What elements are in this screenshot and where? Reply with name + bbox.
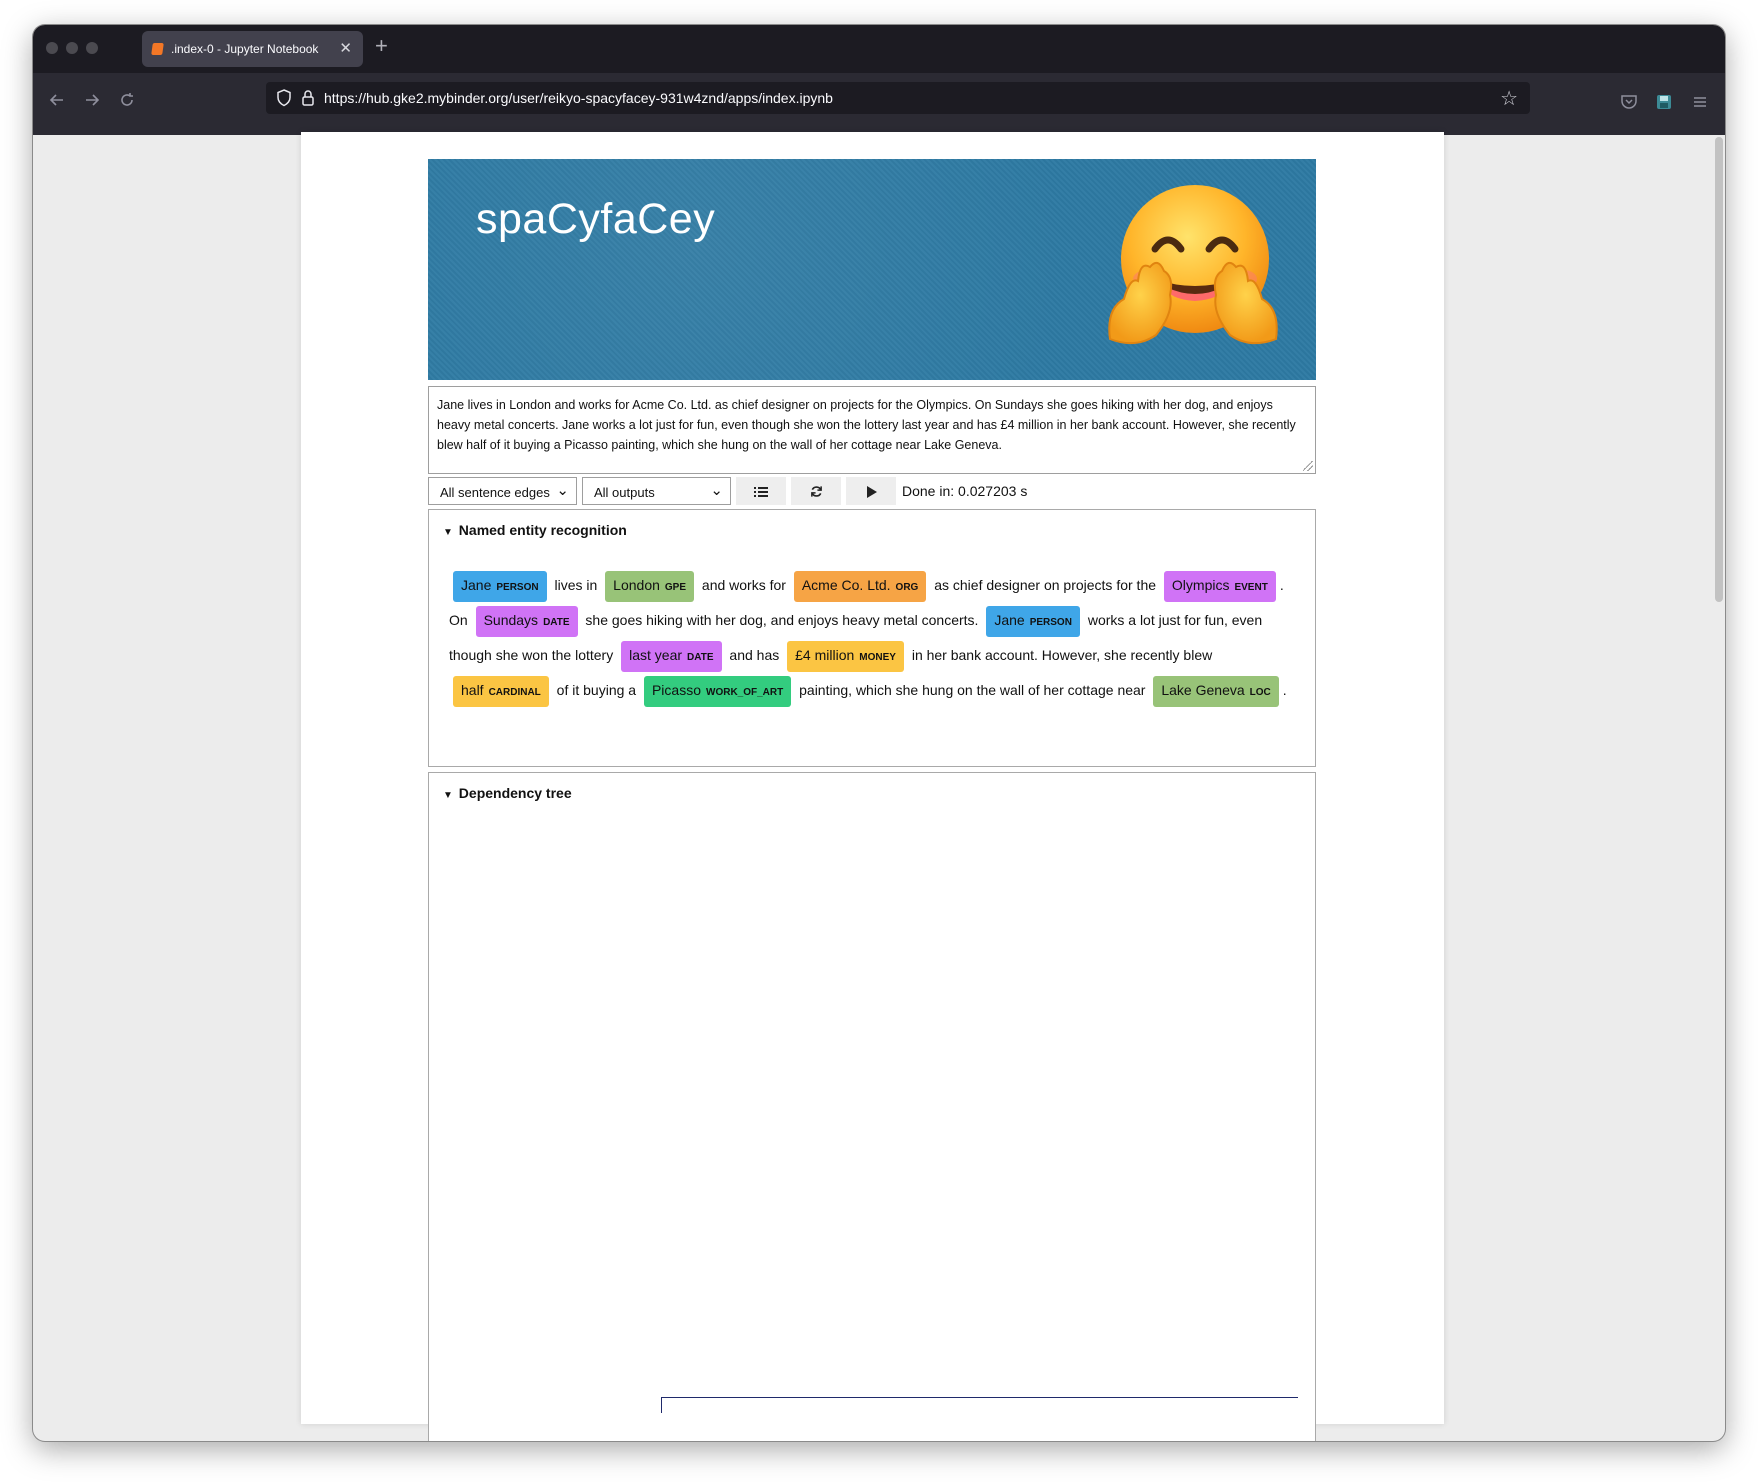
ner-panel: ▼ Named entity recognition Jane PERSON li… — [428, 509, 1316, 767]
entity-text: Acme Co. Ltd. — [801, 577, 891, 593]
chevron-down-icon: ⌄ — [710, 482, 723, 499]
entity-text: Olympics — [1171, 577, 1230, 593]
entity-person: Jane PERSON — [986, 606, 1080, 637]
status-text: Done in: 0.027203 s — [902, 483, 1028, 499]
entity-label: ORG — [895, 582, 919, 593]
entity-label: PERSON — [496, 582, 539, 593]
dependency-header[interactable]: ▼ Dependency tree — [443, 785, 572, 801]
entity-label: CARDINAL — [488, 687, 541, 698]
new-tab-button[interactable]: + — [375, 35, 388, 57]
entity-text: half — [461, 682, 484, 698]
play-icon — [866, 485, 877, 498]
lock-icon[interactable] — [301, 89, 315, 112]
tab-close-icon[interactable]: ✕ — [339, 39, 352, 57]
input-text: Jane lives in London and works for Acme … — [437, 398, 1296, 452]
window-minimize-dot[interactable] — [66, 42, 78, 54]
entity-text: Lake Geneva — [1161, 682, 1245, 698]
address-bar[interactable]: https://hub.gke2.mybinder.org/user/reiky… — [266, 82, 1530, 114]
url-text: https://hub.gke2.mybinder.org/user/reiky… — [324, 90, 833, 106]
ner-plain-text: as chief designer on projects for the — [930, 577, 1160, 593]
ner-output: Jane PERSON lives in London GPE and works … — [449, 568, 1299, 708]
entity-date: Sundays DATE — [475, 606, 578, 637]
browser-tab[interactable]: .index-0 - Jupyter Notebook ✕ — [142, 31, 363, 67]
entity-label: EVENT — [1234, 582, 1268, 593]
run-button[interactable] — [846, 477, 896, 505]
jupyter-notebook-icon — [151, 43, 164, 55]
app-banner: spaCyfaCey — [428, 159, 1316, 380]
ner-plain-text: and works for — [698, 577, 790, 593]
app-title: spaCyfaCey — [476, 195, 716, 243]
tracking-shield-icon[interactable] — [276, 89, 292, 112]
ner-plain-text: of it buying a — [552, 682, 640, 698]
notebook-page: spaCyfaCey Jane lives in London and work… — [301, 132, 1444, 1441]
entity-cardinal: half CARDINAL — [453, 676, 549, 707]
tab-title: .index-0 - Jupyter Notebook — [171, 42, 319, 56]
entity-label: MONEY — [859, 652, 896, 663]
entity-text: Jane — [994, 612, 1025, 628]
ner-plain-text: in her bank account. However, she recent… — [907, 647, 1213, 663]
entity-text: Sundays — [483, 612, 539, 628]
list-button[interactable] — [736, 477, 786, 505]
ner-plain-text: she goes hiking with her dog, and enjoys… — [581, 612, 983, 628]
window-close-dot[interactable] — [46, 42, 58, 54]
entity-label: GPE — [664, 582, 687, 593]
entity-money: £4 million MONEY — [787, 641, 904, 672]
ner-plain-text: painting, which she hung on the wall of … — [795, 682, 1150, 698]
resize-grip-icon[interactable] — [1303, 461, 1313, 471]
entity-text: last year — [629, 647, 683, 663]
extension-save-icon[interactable] — [1655, 93, 1673, 116]
dependency-header-label: Dependency tree — [458, 785, 572, 801]
entity-label: WORK_OF_ART — [706, 687, 784, 698]
entity-label: DATE — [543, 617, 570, 628]
entity-org: Acme Co. Ltd. ORG — [793, 571, 927, 602]
entity-text: Picasso — [651, 682, 701, 698]
window-zoom-dot[interactable] — [86, 42, 98, 54]
entity-event: Olympics EVENT — [1163, 571, 1276, 602]
chevron-down-icon: ⌄ — [556, 482, 569, 499]
refresh-button[interactable] — [791, 477, 841, 505]
entity-label: PERSON — [1029, 617, 1072, 628]
entity-text: £4 million — [795, 647, 855, 663]
pocket-icon[interactable] — [1620, 93, 1638, 116]
list-icon — [754, 486, 768, 497]
ner-header-label: Named entity recognition — [458, 522, 627, 538]
browser-navbar: https://hub.gke2.mybinder.org/user/reiky… — [33, 73, 1725, 135]
entity-date: last year DATE — [621, 641, 722, 672]
refresh-icon — [810, 486, 822, 497]
entity-work-of-art: Picasso WORK_OF_ART — [643, 676, 792, 707]
page-scrollbar[interactable] — [1715, 137, 1723, 602]
entity-text: Jane — [461, 577, 492, 593]
text-input-area[interactable]: Jane lives in London and works for Acme … — [428, 386, 1316, 474]
outputs-select[interactable]: All outputs ⌄ — [582, 477, 731, 505]
caret-down-icon: ▼ — [443, 527, 453, 538]
ner-plain-text: and has — [725, 647, 784, 663]
caret-down-icon: ▼ — [443, 790, 453, 801]
entity-person: Jane PERSON — [453, 571, 547, 602]
bookmark-star-icon[interactable]: ☆ — [1500, 86, 1518, 111]
hamburger-menu-icon[interactable] — [1691, 93, 1709, 116]
sentence-edges-select[interactable]: All sentence edges ⌄ — [428, 477, 577, 505]
outputs-value: All outputs — [594, 485, 655, 500]
hugging-face-emoji-icon — [1108, 185, 1278, 345]
entity-label: DATE — [687, 652, 714, 663]
entity-label: LOC — [1249, 687, 1271, 698]
sentence-edges-value: All sentence edges — [440, 485, 550, 500]
dependency-arc — [661, 1397, 1298, 1413]
browser-titlebar: .index-0 - Jupyter Notebook ✕ + — [33, 25, 1725, 73]
forward-icon[interactable] — [83, 91, 101, 113]
ner-plain-text: . — [1282, 682, 1287, 698]
reload-icon[interactable] — [118, 91, 136, 113]
browser-window: .index-0 - Jupyter Notebook ✕ + https://… — [33, 25, 1725, 1441]
ner-header[interactable]: ▼ Named entity recognition — [443, 522, 627, 538]
back-icon[interactable] — [48, 91, 66, 113]
dependency-panel: ▼ Dependency tree — [428, 772, 1316, 1441]
entity-loc: Lake Geneva LOC — [1153, 676, 1279, 707]
ner-plain-text: lives in — [550, 577, 602, 593]
entity-text: London — [613, 577, 660, 593]
entity-gpe: London GPE — [605, 571, 695, 602]
